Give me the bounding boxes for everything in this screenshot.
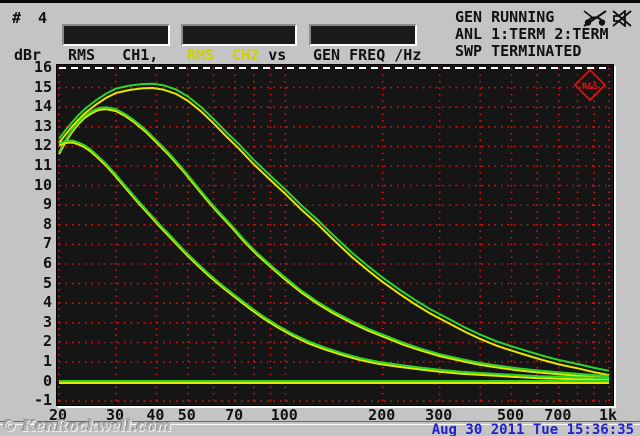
watermark: © KenRockwell.com [2, 417, 172, 435]
rs-logo: R&S [573, 68, 607, 102]
status-anl: ANL 1:TERM 2:TERM [455, 25, 609, 43]
y-tick-label: 16 [33, 58, 52, 76]
headphones-muted-icon [583, 10, 607, 27]
readout-box-freq [309, 24, 417, 46]
y-tick-label: 7 [42, 234, 52, 253]
audio-analyzer-screen: # 4 dBr RMS CH1, RMS CH2 vs GEN FREQ /Hz… [0, 0, 640, 436]
ch2-function-label: RMS CH2 vs [187, 46, 286, 64]
speaker-muted-icon [612, 10, 632, 27]
y-tick-label: 11 [33, 156, 52, 174]
y-tick-label: 2 [42, 332, 52, 351]
trace-ch2-boost-low [58, 141, 610, 381]
ch2-function-label-vs: vs [259, 46, 287, 64]
status-swp: SWP TERMINATED [455, 42, 582, 60]
y-tick-label: 0 [42, 371, 52, 390]
y-tick-label: 9 [42, 195, 52, 214]
ch1-function-label: RMS CH1, [68, 46, 159, 64]
screen-number-symbol: # [12, 9, 22, 27]
y-tick-label: 8 [42, 214, 52, 233]
ch2-function-label-yellow: RMS CH2 [187, 46, 260, 64]
chart-canvas: R&S [58, 67, 610, 403]
y-tick-label: 6 [42, 254, 52, 272]
y-tick-label: 14 [33, 97, 52, 116]
y-tick-label: 13 [33, 116, 52, 135]
trace-ch1-boost-mid [58, 106, 610, 378]
trace-ch2-boost-high [58, 86, 610, 377]
y-tick-label: 3 [42, 312, 52, 331]
y-tick-label: 1 [42, 352, 52, 370]
readout-box-ch1 [62, 24, 170, 46]
rs-logo-text: R&S [582, 82, 598, 92]
readout-box-ch2 [181, 24, 297, 46]
y-tick-label: 10 [33, 175, 52, 194]
trace-ch1-boost-low [58, 139, 610, 380]
y-tick-label: 4 [42, 293, 52, 312]
screen-number: 4 [38, 9, 48, 27]
trace-ch2-boost-mid [58, 108, 610, 380]
gen-freq-label: GEN FREQ /Hz [313, 46, 422, 64]
y-tick-label: 15 [33, 77, 52, 96]
y-tick-label: 5 [42, 273, 52, 292]
y-tick-label: 12 [33, 136, 52, 155]
plot-area: R&S [56, 64, 614, 406]
datetime-label: Aug 30 2011 Tue 15:36:35 [431, 422, 634, 436]
